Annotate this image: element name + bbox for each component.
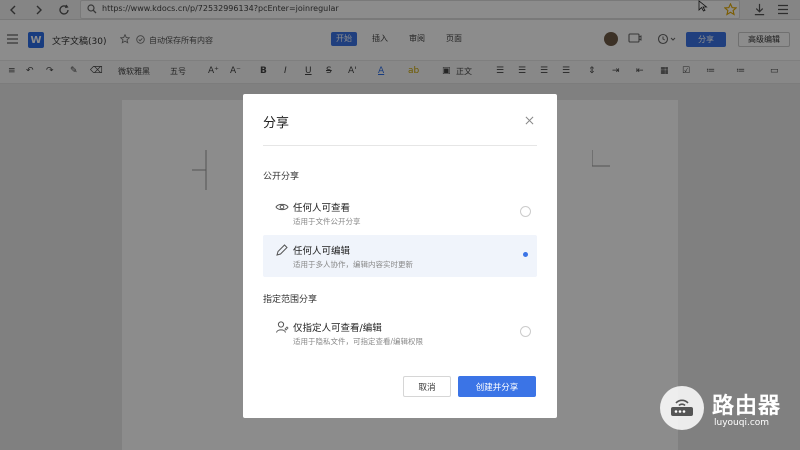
pencil-icon	[276, 244, 288, 256]
eye-icon	[275, 203, 289, 211]
option-title: 任何人可查看	[293, 203, 351, 214]
close-button[interactable]	[523, 114, 535, 126]
option-anyone-view[interactable]: 任何人可查看 适用于文件公开分享	[263, 192, 537, 234]
option-specific-people[interactable]: 仅指定人可查看/编辑 适用于隐私文件，可指定查看/编辑权限	[263, 312, 537, 354]
watermark-url: luyouqi.com	[714, 418, 770, 428]
close-icon	[525, 116, 533, 124]
radio-anyone-view[interactable]	[520, 206, 531, 217]
router-icon	[671, 399, 693, 416]
public-share-section-label: 公开分享	[263, 172, 300, 182]
user-icon	[276, 321, 289, 333]
scoped-share-section-label: 指定范围分享	[263, 295, 318, 305]
dialog-divider	[263, 145, 537, 146]
create-and-share-button[interactable]: 创建并分享	[458, 376, 536, 397]
radio-anyone-edit[interactable]	[520, 249, 531, 260]
dialog-title: 分享	[263, 116, 290, 131]
option-description: 适用于多人协作，编辑内容实时更新	[293, 260, 413, 269]
option-title: 任何人可编辑	[293, 246, 351, 257]
option-description: 适用于文件公开分享	[293, 217, 361, 226]
option-title: 仅指定人可查看/编辑	[293, 323, 382, 334]
option-description: 适用于隐私文件，可指定查看/编辑权限	[293, 337, 424, 346]
watermark-logo	[660, 386, 704, 430]
radio-specific-people[interactable]	[520, 326, 531, 337]
share-dialog: 分享 公开分享 任何人可查看 适用于文件公开分享 任何人可编辑 适用于多人协作，…	[243, 94, 557, 418]
option-anyone-edit[interactable]: 任何人可编辑 适用于多人协作，编辑内容实时更新	[263, 235, 537, 277]
watermark-title: 路由器	[712, 394, 782, 419]
cancel-button[interactable]: 取消	[403, 376, 451, 397]
